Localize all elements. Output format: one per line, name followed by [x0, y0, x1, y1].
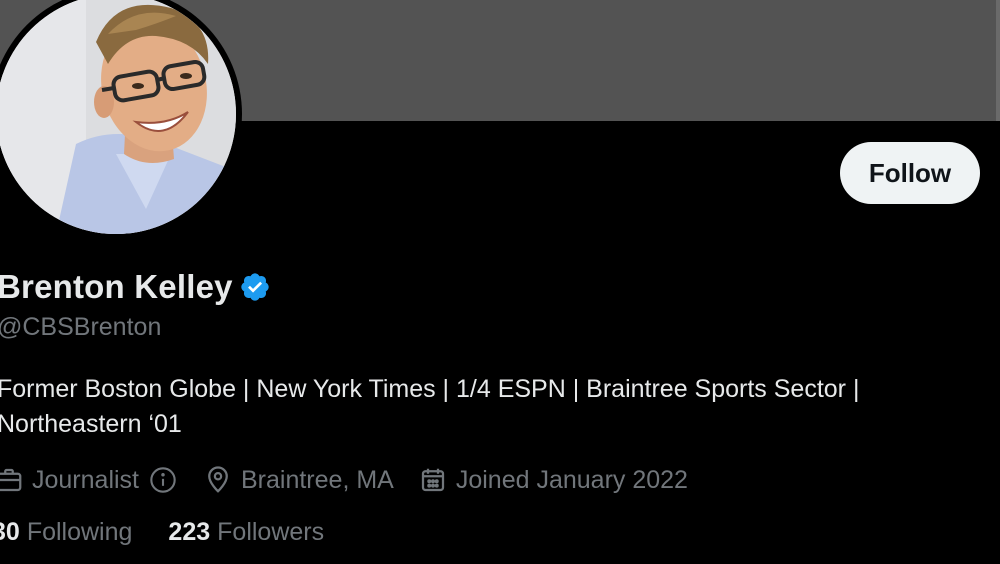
calendar-icon [418, 465, 448, 495]
avatar[interactable] [0, 0, 236, 234]
scrollbar[interactable] [996, 0, 1000, 121]
profile-meta: Journalist Braintree, MA Joined January … [0, 462, 688, 498]
followers-count: 223 [168, 518, 211, 546]
following-count: 30 [0, 518, 20, 546]
category-item: Journalist [0, 465, 177, 495]
avatar-photo [0, 0, 236, 234]
follow-button[interactable]: Follow [840, 142, 980, 204]
joined-item: Joined January 2022 [418, 465, 688, 495]
location-label: Braintree, MA [241, 465, 394, 494]
username-handle: @CBSBrenton [0, 313, 162, 341]
following-link[interactable]: 30 Following [0, 518, 132, 547]
display-name: Brenton Kelley [0, 268, 233, 305]
name-row: Brenton Kelley [0, 268, 271, 306]
location-pin-icon [203, 465, 233, 495]
bio-line: Former Boston Globe | New York Times | 1… [0, 375, 860, 403]
followers-label: Followers [217, 518, 325, 546]
info-icon[interactable] [149, 466, 177, 494]
joined-label: Joined January 2022 [455, 465, 688, 494]
location-item: Braintree, MA [203, 465, 394, 495]
following-label: Following [26, 518, 133, 546]
followers-link[interactable]: 223 Followers [168, 518, 324, 547]
bio: Former Boston Globe | New York Times | 1… [0, 372, 957, 442]
briefcase-icon [0, 465, 24, 495]
verified-badge-icon[interactable] [239, 271, 271, 303]
follow-stats: 30 Following 223 Followers [0, 518, 324, 547]
profile-page: Follow Brenton Kelley @CBSBrenton Former… [0, 0, 1000, 564]
category-label: Journalist [32, 465, 139, 494]
bio-line: Northeastern ‘01 [0, 410, 182, 438]
